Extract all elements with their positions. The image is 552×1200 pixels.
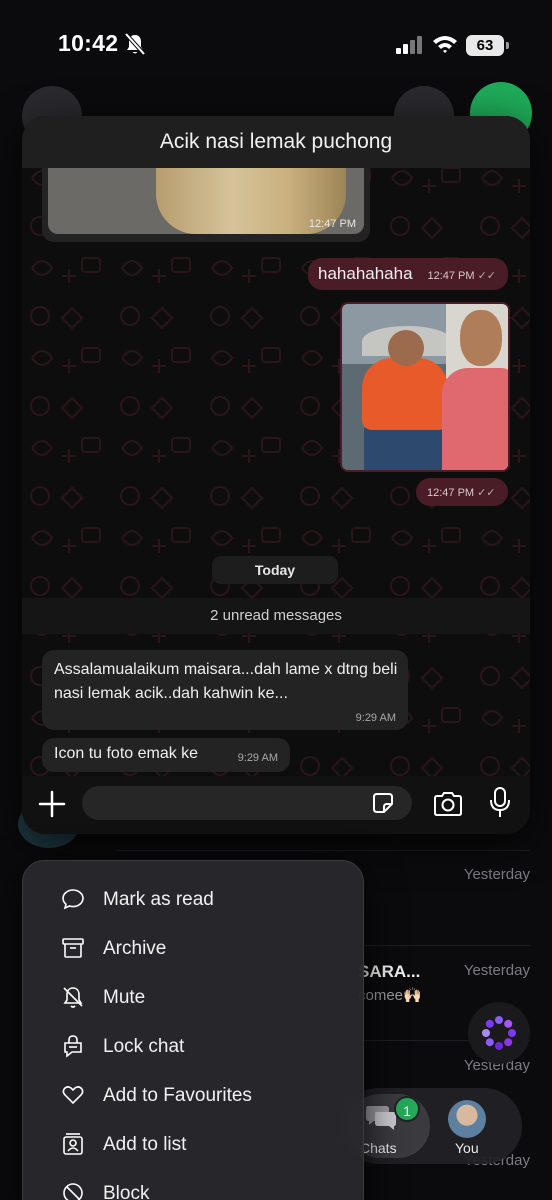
gif-person xyxy=(364,428,446,470)
chat-header[interactable]: Acik nasi lemak puchong xyxy=(22,116,530,168)
chat-time: Yesterday xyxy=(463,866,530,883)
battery-indicator: 63 xyxy=(466,35,509,56)
menu-item-block[interactable]: Block xyxy=(23,1169,365,1200)
archive-icon xyxy=(62,938,84,958)
gif-person xyxy=(442,368,508,470)
menu-item-label: Block xyxy=(103,1183,150,1200)
menu-item-lock-chat[interactable]: Lock chat xyxy=(23,1022,365,1071)
message-meta: 12:47 PM ✓✓ xyxy=(427,269,496,282)
chat-context-menu: Mark as read Archive Mute Lock chat Add … xyxy=(22,860,364,1200)
menu-item-add-to-favourites[interactable]: Add to Favourites xyxy=(23,1071,365,1120)
tab-you-label[interactable]: You xyxy=(455,1140,479,1156)
bell-off-icon xyxy=(63,987,83,1008)
menu-item-mute[interactable]: Mute xyxy=(23,973,365,1022)
menu-item-label: Lock chat xyxy=(103,1036,185,1057)
list-divider xyxy=(116,850,530,851)
meta-ai-button[interactable] xyxy=(468,1002,530,1064)
incoming-message[interactable]: Icon tu foto emak ke 9:29 AM xyxy=(42,738,290,772)
read-receipt-icon: ✓✓ xyxy=(477,270,496,282)
message-time: 12:47 PM xyxy=(427,487,475,499)
tab-chats-label: Chats xyxy=(360,1140,397,1156)
gif-person xyxy=(460,310,502,366)
status-bar: 10:42 63 xyxy=(0,0,552,90)
unread-banner: 2 unread messages xyxy=(22,598,530,634)
heart-icon xyxy=(62,1086,84,1105)
message-time: 9:29 AM xyxy=(355,712,396,724)
chat-name[interactable]: SARA... xyxy=(358,962,420,982)
plus-icon[interactable] xyxy=(36,788,68,820)
menu-item-label: Archive xyxy=(103,938,167,959)
read-receipt-icon: ✓✓ xyxy=(477,487,496,499)
lock-chat-icon xyxy=(64,1035,82,1058)
message-time: 12:47 PM xyxy=(427,270,475,282)
gif-person xyxy=(388,330,424,366)
menu-item-label: Add to list xyxy=(103,1134,187,1155)
meta-ai-icon xyxy=(482,1016,516,1050)
menu-item-archive[interactable]: Archive xyxy=(23,924,365,973)
tab-you-avatar[interactable] xyxy=(448,1100,486,1138)
message-time: 9:29 AM xyxy=(237,752,278,764)
chat-preview: comee🙌🏻 xyxy=(358,987,422,1004)
chat-bubble-icon xyxy=(62,889,84,910)
chat-title: Acik nasi lemak puchong xyxy=(159,130,393,153)
incoming-message[interactable]: Assalamualaikum maisara...dah lame x dtn… xyxy=(42,650,408,730)
menu-item-mark-as-read[interactable]: Mark as read xyxy=(23,875,365,924)
unread-badge: 1 xyxy=(394,1096,420,1122)
gif-thumbnail[interactable] xyxy=(342,304,508,470)
gif-time-bubble: 12:47 PM ✓✓ xyxy=(416,478,508,506)
gif-person xyxy=(362,358,448,430)
gif-message[interactable] xyxy=(340,302,510,472)
chats-icon xyxy=(366,1106,396,1130)
message-text: Icon tu foto emak ke xyxy=(54,745,199,762)
camera-icon[interactable] xyxy=(432,790,464,818)
message-text: hahahahaha xyxy=(318,264,413,283)
status-time: 10:42 xyxy=(58,30,119,56)
menu-item-add-to-list[interactable]: Add to list xyxy=(23,1120,365,1169)
date-separator: Today xyxy=(212,556,338,584)
menu-item-label: Add to Favourites xyxy=(103,1085,252,1106)
signal-icon xyxy=(396,36,422,54)
message-composer xyxy=(22,776,530,834)
block-icon xyxy=(63,1183,83,1200)
menu-item-label: Mark as read xyxy=(103,889,214,910)
chat-time: Yesterday xyxy=(463,962,530,979)
photo-message[interactable]: 12:47 PM xyxy=(42,160,370,242)
wifi-icon xyxy=(433,36,457,53)
outgoing-message[interactable]: hahahahaha 12:47 PM ✓✓ xyxy=(308,258,508,290)
message-text: Assalamualaikum maisara...dah lame x dtn… xyxy=(54,661,398,702)
message-time: 12:47 PM xyxy=(308,218,356,230)
bell-off-status-icon xyxy=(124,32,146,56)
message-input[interactable] xyxy=(82,786,412,820)
message-meta: 12:47 PM ✓✓ xyxy=(427,486,496,499)
microphone-icon[interactable] xyxy=(488,786,512,820)
chat-preview-card[interactable]: 12:47 PM Acik nasi lemak puchong hahahah… xyxy=(22,116,530,834)
sticker-icon[interactable] xyxy=(372,792,394,814)
menu-item-label: Mute xyxy=(103,987,146,1008)
add-to-list-icon xyxy=(63,1133,83,1155)
